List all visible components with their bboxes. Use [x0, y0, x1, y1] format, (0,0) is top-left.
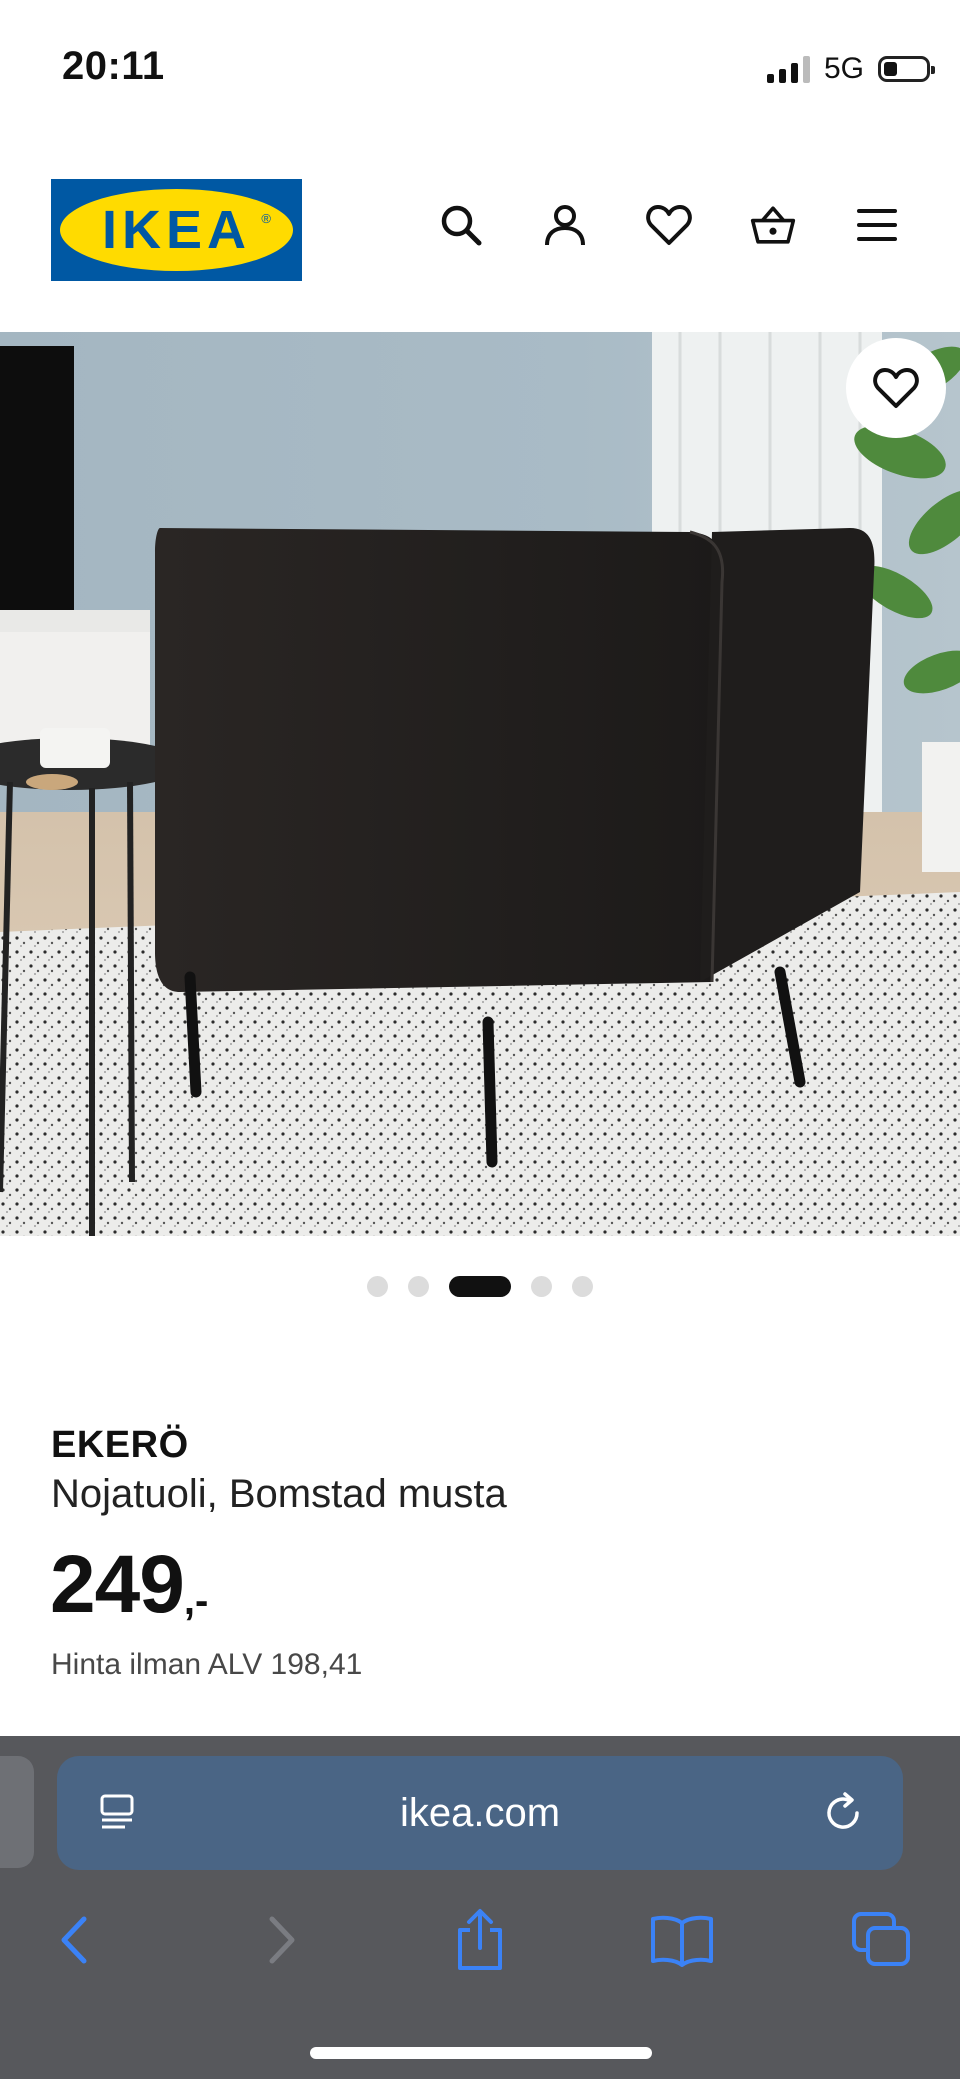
browser-toolbar: [0, 1900, 960, 2010]
signal-icon: [766, 55, 810, 83]
status-time: 20:11: [62, 44, 165, 88]
book-icon: [651, 1915, 713, 1967]
menu-icon[interactable]: [854, 202, 900, 248]
heart-icon: [873, 368, 919, 408]
add-to-wishlist-button[interactable]: [846, 338, 946, 438]
reload-icon[interactable]: [821, 1790, 867, 1841]
tabs-button[interactable]: [842, 1900, 922, 1980]
registered-mark: ®: [261, 211, 271, 226]
battery-level: [884, 62, 897, 76]
battery-icon: [878, 56, 935, 82]
image-carousel-dots: [0, 1276, 960, 1297]
reader-mode-icon[interactable]: [97, 1792, 139, 1839]
status-bar: 20:11 5G: [0, 0, 960, 140]
home-indicator[interactable]: [310, 2047, 652, 2059]
product-image[interactable]: [0, 332, 960, 1236]
tabs-icon: [852, 1912, 910, 1966]
header-nav: [438, 202, 900, 248]
address-bar[interactable]: ikea.com: [57, 1756, 903, 1870]
price-suffix: ,-: [183, 1579, 209, 1623]
carousel-dot[interactable]: [572, 1276, 593, 1297]
logo-text: IKEA: [101, 200, 251, 260]
logo-oval: IKEA ®: [60, 189, 293, 271]
share-button[interactable]: [440, 1900, 520, 1980]
product-description: Nojatuoli, Bomstad musta: [51, 1472, 507, 1516]
carousel-dot[interactable]: [531, 1276, 552, 1297]
ikea-logo[interactable]: IKEA ®: [51, 179, 302, 281]
site-header: IKEA ®: [0, 140, 960, 332]
browser-chrome: ikea.com: [0, 1736, 960, 2079]
cart-icon[interactable]: [750, 202, 796, 248]
product-name: EKERÖ: [51, 1424, 189, 1466]
network-label: 5G: [823, 52, 864, 85]
search-icon[interactable]: [438, 202, 484, 248]
wishlist-icon[interactable]: [646, 202, 692, 248]
forward-button[interactable]: [242, 1900, 322, 1980]
price-without-vat: Hinta ilman ALV 198,41: [51, 1648, 363, 1681]
account-icon[interactable]: [542, 202, 588, 248]
share-icon: [458, 1909, 502, 1970]
carousel-dot[interactable]: [408, 1276, 429, 1297]
back-arrow-icon: [61, 1916, 87, 1964]
carousel-dot[interactable]: [449, 1276, 511, 1297]
product-price: 249 ,-: [50, 1540, 208, 1630]
armchair-photo: [0, 332, 960, 1236]
price-value: 249: [50, 1539, 185, 1630]
url-text: ikea.com: [399, 1790, 561, 1835]
forward-arrow-icon: [269, 1916, 295, 1964]
bookmarks-button[interactable]: [642, 1900, 722, 1980]
back-button[interactable]: [34, 1900, 114, 1980]
status-indicators: 5G: [766, 52, 935, 86]
previous-tab-preview[interactable]: [0, 1756, 34, 1868]
carousel-dot[interactable]: [367, 1276, 388, 1297]
